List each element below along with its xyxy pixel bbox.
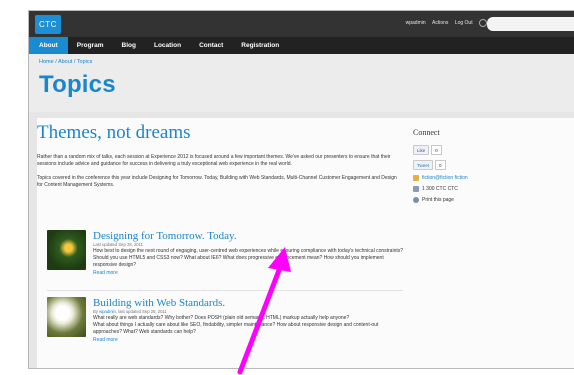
nav-item-blog[interactable]: Blog (113, 37, 145, 54)
phone-label: 1 300 CTC CTC (422, 186, 458, 192)
phone-line: 1 300 CTC CTC (413, 186, 563, 192)
list-item: Building with Web Standards. By wpadmin,… (47, 297, 403, 363)
nav-item-contact[interactable]: Contact (190, 37, 232, 54)
intro-paragraph: Topics covered in the conference this ye… (37, 175, 397, 188)
tweet-button[interactable]: Tweet (413, 160, 434, 170)
main-nav: About Program Blog Location Contact Regi… (29, 37, 574, 54)
post-body: Designing for Tomorrow. Today. Last upda… (93, 230, 407, 277)
username-link[interactable]: wpadmin (406, 20, 426, 26)
user-links: wpadmin Actions Log Out (401, 19, 487, 27)
author-link[interactable]: wpadmin (99, 309, 116, 314)
site-logo[interactable]: CTC (35, 15, 61, 34)
tweet-count: 0 (435, 160, 446, 170)
post-title-link[interactable]: Designing for Tomorrow. Today. (93, 230, 407, 242)
intro-paragraph: Rather than a random mix of talks, each … (37, 154, 391, 167)
page-header: Home / About / Topics Topics (29, 54, 574, 112)
sidebar: Connect Like 0 Tweet 0 fiction@fiction f… (413, 128, 563, 208)
read-more-link[interactable]: Read more (93, 269, 407, 277)
print-icon (413, 197, 419, 203)
intro-text: Rather than a random mix of talks, each … (37, 154, 403, 196)
article-title: Themes, not dreams (37, 122, 191, 143)
user-icon[interactable] (479, 19, 487, 27)
post-thumbnail[interactable] (47, 230, 86, 270)
logout-link[interactable]: Log Out (455, 20, 473, 26)
meta-prefix: By (93, 309, 98, 314)
post-summary: What really are web standards? Why bothe… (93, 315, 350, 321)
list-item: Designing for Tomorrow. Today. Last upda… (47, 230, 403, 296)
print-label: Print this page (422, 197, 454, 203)
nav-item-location[interactable]: Location (145, 37, 190, 54)
facebook-link[interactable]: fiction@fiction fiction (413, 175, 563, 181)
post-summary: Should you use HTML5 and CSS3 now? What … (93, 255, 384, 268)
post-summary: What about things I actually care about … (93, 322, 379, 335)
search-input[interactable] (487, 17, 574, 31)
read-more-link[interactable]: Read more (93, 336, 407, 344)
print-link[interactable]: Print this page (413, 197, 563, 203)
breadcrumb[interactable]: Home / About / Topics (39, 59, 92, 65)
actions-link[interactable]: Actions (432, 20, 448, 26)
facebook-like-button[interactable]: Like (413, 145, 430, 155)
browser-viewport: CTC wpadmin Actions Log Out About Progra… (28, 10, 574, 369)
nav-item-registration[interactable]: Registration (232, 37, 288, 54)
nav-item-about[interactable]: About (29, 37, 68, 54)
content-area: Themes, not dreams Rather than a random … (37, 118, 574, 368)
divider (47, 290, 403, 291)
page-title: Topics (39, 71, 116, 98)
nav-item-program[interactable]: Program (68, 37, 113, 54)
facebook-label: fiction@fiction fiction (422, 175, 468, 181)
post-body: Building with Web Standards. By wpadmin,… (93, 297, 407, 344)
post-title-link[interactable]: Building with Web Standards. (93, 297, 407, 309)
post-thumbnail[interactable] (47, 297, 86, 337)
meta-date: , last updated Sep 28, 2011 (115, 309, 167, 314)
post-summary: How best to design the next round of eng… (93, 248, 404, 254)
social-buttons: Like 0 Tweet 0 (413, 145, 563, 170)
facebook-icon (413, 175, 419, 181)
top-bar: CTC wpadmin Actions Log Out (29, 11, 574, 37)
connect-title: Connect (413, 128, 440, 137)
phone-icon (413, 186, 419, 192)
like-count: 0 (431, 145, 442, 155)
